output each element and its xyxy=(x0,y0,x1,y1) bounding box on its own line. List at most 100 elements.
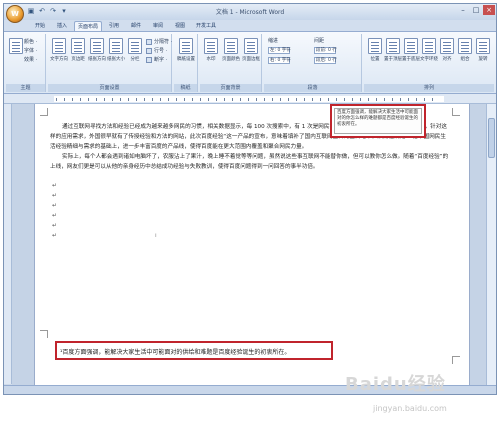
text-wrap-button[interactable]: 文字环绕 xyxy=(420,38,438,74)
ruler-tick xyxy=(192,98,193,101)
draft-paper-icon xyxy=(179,38,193,54)
ruler-tick xyxy=(160,98,161,101)
ruler-tick xyxy=(344,98,345,101)
breaks-icon xyxy=(146,38,152,45)
align-icon xyxy=(440,38,454,54)
ruler-tick xyxy=(368,98,369,101)
spacing-after[interactable]: 段后: 0 行 xyxy=(314,57,337,65)
ruler-tick xyxy=(272,98,273,101)
breaks-button[interactable]: 分隔符 · xyxy=(146,38,172,46)
paragraph-mark: ↵ xyxy=(52,222,58,229)
draft-paper-button[interactable]: 稿纸设置 xyxy=(177,38,195,74)
line-numbers-button[interactable]: 行号 · xyxy=(146,47,167,55)
ruler-tick xyxy=(120,98,121,101)
tab-review[interactable]: 审阅 xyxy=(148,21,168,31)
spacing-before[interactable]: 段前: 0 行 xyxy=(314,47,337,55)
ruler-tick xyxy=(280,98,281,101)
text-direction-button[interactable]: 文字方向 xyxy=(50,38,68,74)
screenshot: W ▣ ↶ ↷ ▾ 文档 1 - Microsoft Word – □ × 开始… xyxy=(0,0,500,434)
group-label: 稿纸 xyxy=(174,84,197,92)
close-button[interactable]: × xyxy=(483,5,495,15)
text-direction-icon xyxy=(52,38,66,54)
ruler-tick xyxy=(288,98,289,101)
spacing-heading: 间距 xyxy=(314,38,325,44)
ruler-tick xyxy=(304,98,305,101)
ruler-tick xyxy=(72,98,73,101)
ruler-tick xyxy=(104,98,105,101)
crop-mark xyxy=(40,330,48,338)
columns-button[interactable]: 分栏 xyxy=(126,38,144,74)
orientation-icon xyxy=(90,38,104,54)
vertical-ruler[interactable] xyxy=(4,104,12,384)
group-label: 段落 xyxy=(264,84,361,92)
align-button[interactable]: 对齐 xyxy=(438,38,456,74)
horizontal-ruler[interactable] xyxy=(4,94,496,104)
page-color-button[interactable]: 页面颜色 xyxy=(222,38,240,74)
maximize-button[interactable]: □ xyxy=(470,5,482,15)
ruler-tick xyxy=(200,98,201,101)
tab-mailings[interactable]: 邮件 xyxy=(126,21,146,31)
paragraph-mark: ↵ xyxy=(52,192,58,199)
ruler-tick xyxy=(88,98,89,101)
footnote-text[interactable]: ¹百度方面强调，能解决大家生活中可能面对的供给和难题是百度经验诞生的初衷所在。 xyxy=(60,347,290,356)
ruler-tick xyxy=(168,98,169,101)
office-button[interactable]: W xyxy=(6,5,24,23)
ruler-tick xyxy=(256,98,257,101)
crop-mark xyxy=(452,108,460,116)
window-controls: – □ × xyxy=(457,5,495,15)
ruler-tick xyxy=(376,98,377,101)
theme-fonts[interactable]: 字体 · xyxy=(24,47,37,55)
group-button[interactable]: 组合 xyxy=(456,38,474,74)
send-back-icon xyxy=(404,38,418,54)
margins-button[interactable]: 页边距 xyxy=(69,38,87,74)
columns-icon xyxy=(128,38,142,54)
vertical-scrollbar[interactable] xyxy=(486,104,496,386)
orientation-button[interactable]: 纸张方向 xyxy=(88,38,106,74)
send-back-button[interactable]: 置于底层 xyxy=(402,38,420,74)
group-page-background: 水印 页面颜色 页面边框 页面背景 xyxy=(200,34,262,92)
group-label: 页面背景 xyxy=(200,84,261,92)
tab-home[interactable]: 开始 xyxy=(30,21,50,31)
ruler-tick xyxy=(328,98,329,101)
watermark-icon xyxy=(204,38,218,54)
ruler-tick xyxy=(240,98,241,101)
ruler-tick xyxy=(216,98,217,101)
ruler-tick xyxy=(248,98,249,101)
ruler-tick xyxy=(56,98,57,101)
highlighted-footnote: ¹百度方面强调，能解决大家生活中可能面对的供给和难题是百度经验诞生的初衷所在。 xyxy=(55,341,333,360)
tab-references[interactable]: 引用 xyxy=(104,21,124,31)
hyphenation-button[interactable]: 断字 · xyxy=(146,56,167,64)
size-icon xyxy=(109,38,123,54)
ruler-tick xyxy=(144,98,145,101)
themes-button[interactable] xyxy=(7,38,25,74)
tab-view[interactable]: 视图 xyxy=(170,21,190,31)
theme-colors[interactable]: 颜色 · xyxy=(24,38,37,46)
word-window: W ▣ ↶ ↷ ▾ 文档 1 - Microsoft Word – □ × 开始… xyxy=(3,3,497,395)
position-button[interactable]: 位置 xyxy=(366,38,384,74)
position-icon xyxy=(368,38,382,54)
ruler-tick xyxy=(336,98,337,101)
indent-right[interactable]: 右: 0 字符 xyxy=(268,57,291,65)
watermark-button[interactable]: 水印 xyxy=(202,38,220,74)
theme-effects[interactable]: 效果 · xyxy=(24,56,37,64)
page-borders-button[interactable]: 页面边框 xyxy=(242,38,260,74)
scrollbar-thumb[interactable] xyxy=(488,118,495,158)
crop-mark xyxy=(452,356,460,364)
paragraph-mark: ↵ xyxy=(52,182,58,189)
tab-page-layout[interactable]: 页面布局 xyxy=(74,21,102,31)
tab-developer[interactable]: 开发工具 xyxy=(192,21,220,31)
indent-left[interactable]: 左: 0 字符 xyxy=(268,47,291,55)
group-themes: 颜色 · 字体 · 效果 · 主题 xyxy=(6,34,46,92)
ruler-tick xyxy=(352,98,353,101)
rotate-button[interactable]: 旋转 xyxy=(474,38,492,74)
tab-insert[interactable]: 插入 xyxy=(52,21,72,31)
ruler-tick xyxy=(136,98,137,101)
callout-text[interactable]: 百度方面强调，能解决大家生活中可能面对的你怎么样的难题都是百度经验诞生的初衷所在… xyxy=(334,108,422,134)
ruler-tick xyxy=(392,98,393,101)
text-wrap-icon xyxy=(422,38,436,54)
minimize-button[interactable]: – xyxy=(457,5,469,15)
hyphenation-icon xyxy=(146,56,152,63)
bring-front-button[interactable]: 置于顶层 xyxy=(384,38,402,74)
paragraph-2[interactable]: 实际上，每个人都会遇到诸如电脑坏了，农服沾上了果汁，晚上睡不着觉等等问题，虽然说… xyxy=(50,152,450,172)
size-button[interactable]: 纸张大小 xyxy=(107,38,125,74)
